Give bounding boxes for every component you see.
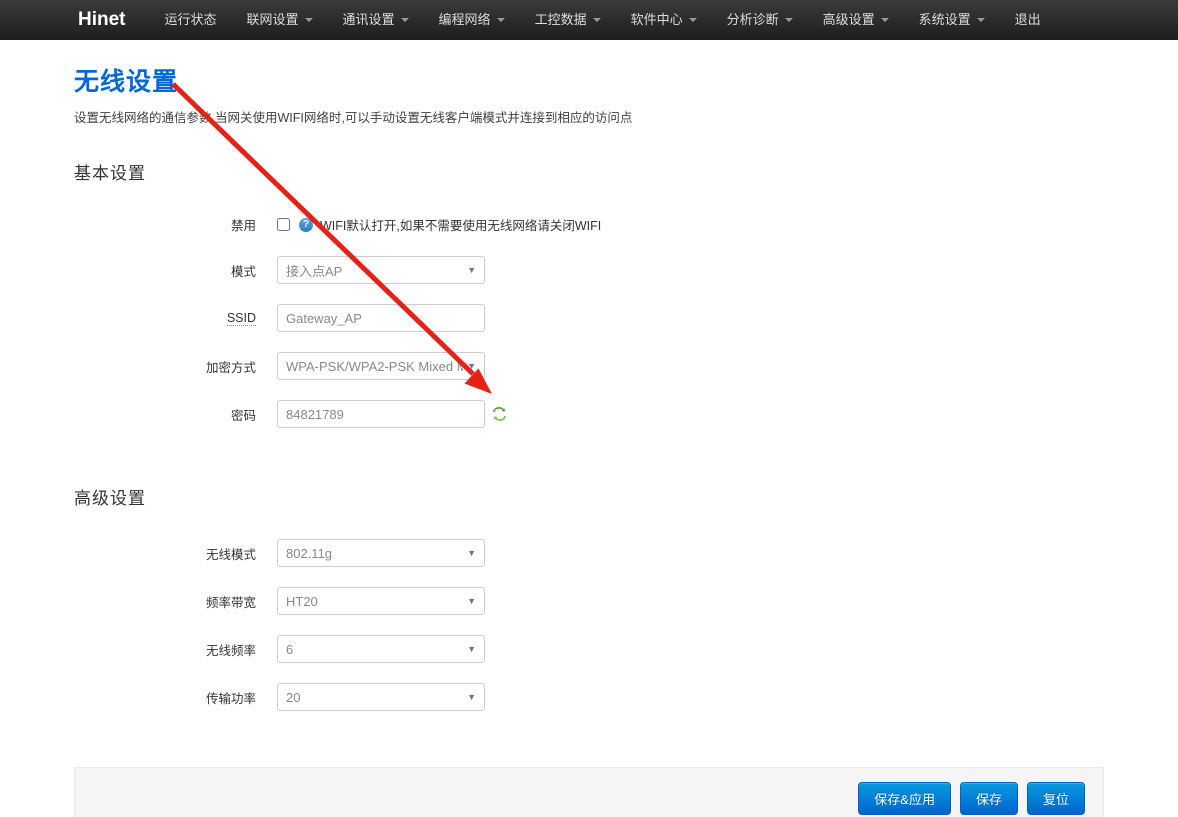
top-navbar: Hinet 运行状态 联网设置 通讯设置 编程网络 工控数据 软件中心 分析诊断… [0, 0, 1178, 40]
nav-item-comm-settings[interactable]: 通讯设置 [328, 0, 424, 40]
nav-item-label: 运行状态 [165, 0, 217, 40]
chevron-down-icon [593, 18, 601, 22]
nav-item-advanced-settings[interactable]: 高级设置 [808, 0, 904, 40]
nav-item-label: 软件中心 [631, 0, 683, 40]
tx-power-row: 传输功率 20 ▼ [74, 683, 1104, 711]
page-description: 设置无线网络的通信参数,当网关使用WIFI网络时,可以手动设置无线客户端模式并连… [74, 107, 1104, 126]
chevron-down-icon [785, 18, 793, 22]
chevron-down-icon: ▼ [467, 596, 476, 606]
password-input[interactable] [277, 400, 485, 428]
bandwidth-select-value: HT20 [286, 594, 463, 609]
nav-item-label: 退出 [1015, 0, 1041, 40]
nav-item-network-settings[interactable]: 联网设置 [232, 0, 328, 40]
nav-item-label: 高级设置 [823, 0, 875, 40]
ssid-label: SSID [74, 311, 256, 325]
chevron-down-icon: ▼ [467, 692, 476, 702]
disable-row: 禁用 ? WIFI默认打开,如果不需要使用无线网络请关闭WIFI [74, 215, 1104, 234]
wifi-hint-text: WIFI默认打开,如果不需要使用无线网络请关闭WIFI [320, 215, 601, 234]
bandwidth-row: 频率带宽 HT20 ▼ [74, 587, 1104, 615]
nav-item-label: 通讯设置 [343, 0, 395, 40]
encryption-label: 加密方式 [74, 357, 256, 376]
wireless-mode-row: 无线模式 802.11g ▼ [74, 539, 1104, 567]
chevron-down-icon [305, 18, 313, 22]
tx-power-label: 传输功率 [74, 688, 256, 707]
nav-item-label: 分析诊断 [727, 0, 779, 40]
page-actions-bar: 保存&应用 保存 复位 [74, 767, 1104, 817]
page-title: 无线设置 [74, 62, 1104, 98]
mode-label: 模式 [74, 261, 256, 280]
brand-logo[interactable]: Hinet [74, 0, 150, 40]
mode-select[interactable]: 接入点AP ▼ [277, 256, 485, 284]
bandwidth-label: 频率带宽 [74, 592, 256, 611]
nav-item-label: 编程网络 [439, 0, 491, 40]
encryption-select-value: WPA-PSK/WPA2-PSK Mixed Mode [286, 359, 463, 374]
disable-checkbox[interactable] [277, 218, 290, 231]
tx-power-select[interactable]: 20 ▼ [277, 683, 485, 711]
save-apply-button[interactable]: 保存&应用 [858, 782, 951, 815]
nav-item-programming-network[interactable]: 编程网络 [424, 0, 520, 40]
help-icon: ? [299, 218, 313, 232]
chevron-down-icon: ▼ [467, 361, 476, 371]
wireless-mode-label: 无线模式 [74, 544, 256, 563]
wireless-mode-select[interactable]: 802.11g ▼ [277, 539, 485, 567]
chevron-down-icon: ▼ [467, 644, 476, 654]
mode-row: 模式 接入点AP ▼ [74, 256, 1104, 284]
mode-select-value: 接入点AP [286, 261, 463, 280]
password-row: 密码 [74, 400, 1104, 428]
nav-item-logout[interactable]: 退出 [1000, 0, 1056, 40]
ssid-row: SSID [74, 304, 1104, 332]
chevron-down-icon [977, 18, 985, 22]
encryption-row: 加密方式 WPA-PSK/WPA2-PSK Mixed Mode ▼ [74, 352, 1104, 380]
disable-label: 禁用 [74, 215, 256, 234]
nav-item-status[interactable]: 运行状态 [150, 0, 232, 40]
save-button[interactable]: 保存 [960, 782, 1018, 815]
chevron-down-icon [497, 18, 505, 22]
refresh-icon[interactable] [492, 406, 507, 422]
encryption-select[interactable]: WPA-PSK/WPA2-PSK Mixed Mode ▼ [277, 352, 485, 380]
channel-row: 无线频率 6 ▼ [74, 635, 1104, 663]
chevron-down-icon: ▼ [467, 548, 476, 558]
nav-item-label: 工控数据 [535, 0, 587, 40]
password-label: 密码 [74, 405, 256, 424]
reset-button[interactable]: 复位 [1027, 782, 1085, 815]
navbar-inner: Hinet 运行状态 联网设置 通讯设置 编程网络 工控数据 软件中心 分析诊断… [74, 0, 1104, 40]
chevron-down-icon: ▼ [467, 265, 476, 275]
nav-item-industrial-data[interactable]: 工控数据 [520, 0, 616, 40]
basic-settings-heading: 基本设置 [74, 159, 1104, 184]
bandwidth-select[interactable]: HT20 ▼ [277, 587, 485, 615]
ssid-label-text: SSID [227, 311, 256, 326]
page-container: 无线设置 设置无线网络的通信参数,当网关使用WIFI网络时,可以手动设置无线客户… [74, 62, 1104, 817]
nav-item-label: 联网设置 [247, 0, 299, 40]
wireless-mode-select-value: 802.11g [286, 546, 463, 561]
channel-select-value: 6 [286, 642, 463, 657]
chevron-down-icon [881, 18, 889, 22]
nav-item-label: 系统设置 [919, 0, 971, 40]
advanced-settings-heading: 高级设置 [74, 484, 1104, 509]
tx-power-select-value: 20 [286, 690, 463, 705]
chevron-down-icon [401, 18, 409, 22]
chevron-down-icon [689, 18, 697, 22]
nav-item-system-settings[interactable]: 系统设置 [904, 0, 1000, 40]
nav-item-analysis-diagnosis[interactable]: 分析诊断 [712, 0, 808, 40]
channel-select[interactable]: 6 ▼ [277, 635, 485, 663]
nav-item-software-center[interactable]: 软件中心 [616, 0, 712, 40]
ssid-input[interactable] [277, 304, 485, 332]
channel-label: 无线频率 [74, 640, 256, 659]
